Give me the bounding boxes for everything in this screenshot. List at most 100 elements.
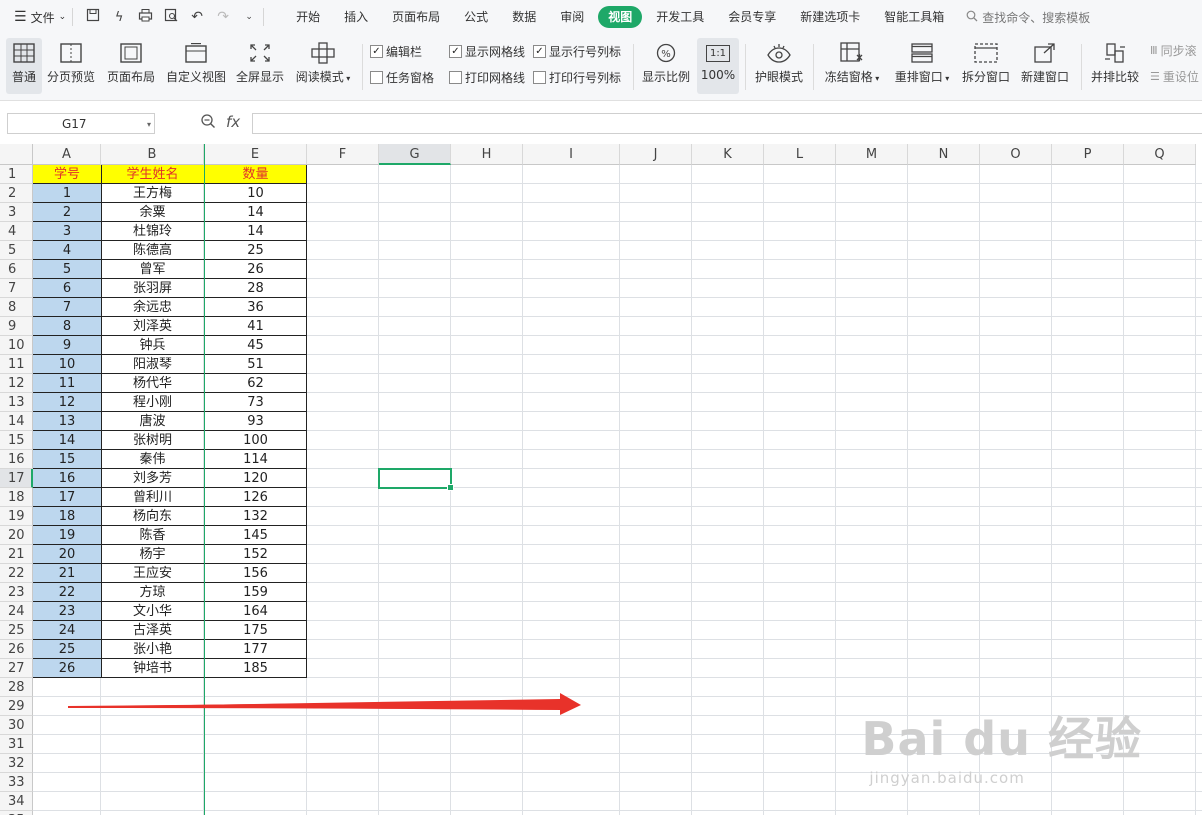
tab-2[interactable]: 页面布局 (380, 6, 452, 28)
formula-input[interactable] (252, 113, 1202, 134)
arrow-shaft-body (68, 700, 562, 710)
print-gridlines-checkbox[interactable]: 打印网格线 (449, 69, 525, 86)
checkbox-box (449, 71, 462, 84)
print-icon[interactable] (137, 8, 153, 26)
one-to-one-icon: 1:1 (705, 38, 731, 68)
reset-position-label: 重设位 (1162, 70, 1199, 84)
formula-bar-checkbox[interactable]: ✓ 编辑栏 (370, 43, 422, 60)
zoom-percent-icon: % (656, 38, 676, 68)
search-icon (966, 10, 978, 25)
checkbox-box: ✓ (533, 45, 546, 58)
full-screen-button[interactable]: 全屏显示 (236, 38, 284, 94)
eye-protection-button[interactable]: 护眼模式 (752, 38, 806, 94)
freeze-panes-label: 冻结窗格 ▾ (824, 70, 880, 84)
tab-9[interactable]: 新建选项卡 (788, 6, 872, 28)
save-icon[interactable] (85, 8, 101, 26)
zoom-button[interactable]: % 显示比例 (641, 38, 691, 94)
side-by-side-button[interactable]: 并排比较 (1088, 38, 1142, 94)
watermark-url: jingyan.baidu.com (869, 769, 1025, 787)
reading-mode-label: 阅读模式 ▾ (295, 70, 351, 84)
task-pane-checkbox[interactable]: 任务窗格 (370, 69, 434, 86)
tab-6[interactable]: 视图 (598, 6, 643, 28)
divider (813, 44, 814, 90)
tab-3[interactable]: 公式 (452, 6, 500, 28)
freeze-panes-icon (840, 38, 864, 68)
arrange-windows-button[interactable]: 重排窗口 ▾ (892, 38, 952, 94)
sync-scroll-button[interactable]: Ⅲ 同步滚 (1150, 42, 1202, 59)
eye-icon (766, 38, 792, 68)
zoom-magnifier-icon[interactable] (200, 113, 216, 133)
split-window-button[interactable]: 拆分窗口 (961, 38, 1011, 94)
custom-view-button[interactable]: 自定义视图 (166, 38, 226, 94)
page-break-preview-label: 分页预览 (46, 70, 95, 84)
full-screen-icon (249, 38, 271, 68)
tab-1[interactable]: 插入 (332, 6, 380, 28)
name-box[interactable]: G17 ▾ (7, 113, 155, 134)
page-layout-button[interactable]: 页面布局 (106, 38, 156, 94)
side-by-side-icon (1104, 38, 1126, 68)
watermark-brand: Bai du 经验 (861, 712, 1142, 766)
divider (1081, 44, 1082, 90)
tab-0[interactable]: 开始 (284, 6, 332, 28)
divider (72, 8, 74, 26)
normal-view-button[interactable]: 普通 (6, 38, 42, 94)
reading-mode-icon (311, 38, 335, 68)
chevron-down-icon[interactable]: ▾ (147, 114, 151, 135)
print-headings-checkbox[interactable]: 打印行号列标 (533, 69, 621, 86)
checkbox-label: 任务窗格 (386, 71, 435, 85)
arrange-windows-icon (911, 38, 933, 68)
formula-bar: G17 ▾ fx (0, 101, 1202, 143)
checkbox-label: 显示行号列标 (549, 45, 622, 59)
customize-toolbar-icon[interactable]: ⌄ (241, 12, 257, 22)
page-layout-label: 页面布局 (106, 70, 155, 84)
normal-view-icon (13, 38, 35, 68)
checkbox-label: 编辑栏 (386, 45, 423, 59)
redo-icon[interactable]: ↷ (215, 9, 231, 25)
split-window-icon (974, 38, 998, 68)
checkbox-box (370, 71, 383, 84)
reset-position-icon: ☰ (1150, 70, 1160, 83)
zoom-100-button[interactable]: 1:1 100% (697, 38, 739, 94)
reset-position-button[interactable]: ☰ 重设位 (1150, 68, 1202, 85)
zoom-100-label: 100% (700, 68, 736, 82)
arrange-windows-label: 重排窗口 ▾ (894, 70, 950, 84)
page-break-preview-button[interactable]: 分页预览 (46, 38, 96, 94)
page-break-preview-icon (60, 38, 82, 68)
spreadsheet-grid[interactable]: 学号 学生姓名 数量 1 王方梅 10 2 余粟 14 3 杜锦玲 14 4 陈德高 25 5 曾军 26 6 张羽屏… (0, 144, 1202, 815)
checkbox-label: 打印行号列标 (549, 71, 622, 85)
split-window-label: 拆分窗口 (961, 70, 1010, 84)
zoom-label: 显示比例 (641, 70, 690, 84)
side-by-side-label: 并排比较 (1090, 70, 1139, 84)
file-menu[interactable]: ☰ 文件 ⌄ (14, 9, 66, 26)
menu-bar: ☰ 文件 ⌄ ϟ ↶ ↷ ⌄ 开始 插入 页面布局 公式 数据 审阅 视图 开发工具 会员专享新… (0, 0, 1202, 34)
print-preview-icon[interactable] (163, 8, 179, 26)
checkbox-label: 打印网格线 (465, 71, 526, 85)
new-window-label: 新建窗口 (1020, 70, 1069, 84)
formula-icons: fx (200, 113, 240, 133)
view-ribbon: 普通 分页预览 页面布局 自定义视图 全屏显示 阅读模式 ▾ ✓ 编辑栏 ✓ 显… (0, 34, 1202, 101)
show-headings-checkbox[interactable]: ✓ 显示行号列标 (533, 43, 621, 60)
command-search[interactable]: 查找命令、搜索模板 (966, 9, 1090, 26)
divider (362, 44, 363, 90)
arrow-head (560, 693, 581, 715)
format-painter-icon[interactable]: ϟ (111, 10, 127, 25)
full-screen-label: 全屏显示 (236, 70, 285, 84)
sync-scroll-icon: Ⅲ (1150, 44, 1158, 57)
name-box-value: G17 (62, 117, 87, 131)
new-window-icon (1034, 38, 1056, 68)
tab-5[interactable]: 审阅 (548, 6, 596, 28)
checkbox-box (533, 71, 546, 84)
tab-4[interactable]: 数据 (500, 6, 548, 28)
svg-text:%: % (661, 49, 671, 60)
tab-8[interactable]: 会员专享 (716, 6, 788, 28)
tab-10[interactable]: 智能工具箱 (872, 6, 956, 28)
undo-icon[interactable]: ↶ (189, 9, 205, 25)
fx-icon[interactable]: fx (226, 113, 240, 133)
show-gridlines-checkbox[interactable]: ✓ 显示网格线 (449, 43, 525, 60)
tab-7[interactable]: 开发工具 (644, 6, 716, 28)
new-window-button[interactable]: 新建窗口 (1019, 38, 1071, 94)
reading-mode-button[interactable]: 阅读模式 ▾ (294, 38, 352, 94)
divider (745, 44, 746, 90)
page-layout-icon (120, 38, 142, 68)
freeze-panes-button[interactable]: 冻结窗格 ▾ (822, 38, 882, 94)
